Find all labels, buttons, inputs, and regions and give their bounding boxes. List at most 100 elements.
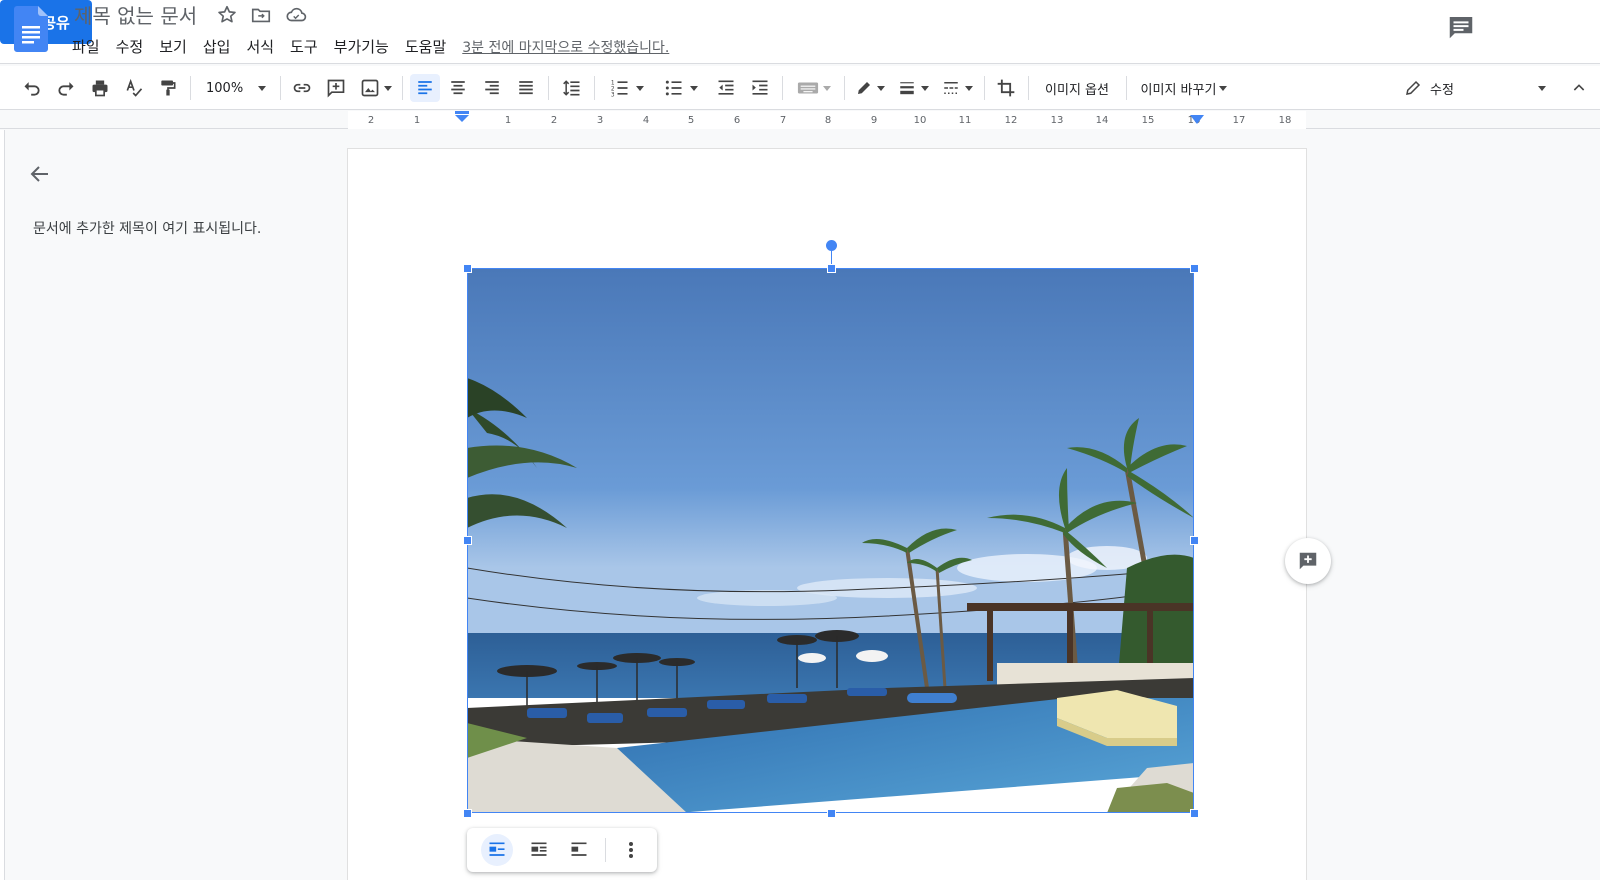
- ruler-label: 3: [596, 115, 604, 126]
- menu-edit[interactable]: 수정: [108, 34, 152, 58]
- chevron-down-icon: [921, 85, 929, 91]
- app-header: 제목 없는 문서 파일 수정 보기 삽입 서식 도구 부가기능 도움말 3분 전…: [0, 0, 1600, 64]
- ruler-label: 2: [550, 115, 558, 126]
- outline-empty-hint: 문서에 추가한 제목이 여기 표시됩니다.: [33, 221, 262, 237]
- align-center-button[interactable]: [444, 74, 472, 102]
- bulleted-list-icon: [665, 80, 682, 96]
- menu-bar: 파일 수정 보기 삽입 서식 도구 부가기능 도움말 3분 전에 마지막으로 수…: [64, 34, 669, 58]
- menu-view[interactable]: 보기: [151, 34, 195, 58]
- rotate-handle[interactable]: [826, 240, 837, 251]
- menu-file[interactable]: 파일: [64, 34, 108, 58]
- line-spacing-button[interactable]: [558, 74, 586, 102]
- add-comment-icon: [1299, 552, 1317, 570]
- keyboard-icon: [797, 82, 819, 94]
- arrow-back-icon[interactable]: [28, 162, 52, 186]
- increase-indent-button[interactable]: [746, 74, 774, 102]
- resize-handle-left[interactable]: [463, 536, 472, 545]
- move-folder-icon[interactable]: [250, 4, 272, 26]
- resize-handle-bottom-right[interactable]: [1190, 809, 1199, 818]
- horizontal-ruler[interactable]: 2 1 1 2 3 4 5 6 7 8 9 10 11 12 13 14 15 …: [0, 111, 1600, 129]
- resize-handle-top[interactable]: [827, 264, 836, 273]
- spellcheck-button[interactable]: [120, 74, 148, 102]
- add-comment-button[interactable]: [322, 74, 350, 102]
- hide-menus-button[interactable]: [1566, 74, 1592, 102]
- zoom-select[interactable]: 100%: [200, 74, 272, 102]
- crop-button[interactable]: [992, 74, 1020, 102]
- wrap-inline-icon: [489, 842, 505, 856]
- undo-icon: [24, 82, 40, 96]
- crop-icon: [997, 79, 1015, 97]
- wrap-inline-button[interactable]: [481, 834, 513, 866]
- ruler-label: 12: [1004, 115, 1018, 126]
- right-indent-marker-icon[interactable]: [1190, 115, 1204, 125]
- ruler-track: 2 1 1 2 3 4 5 6 7 8 9 10 11 12 13 14 15 …: [348, 111, 1306, 129]
- ruler-label: 10: [913, 115, 927, 126]
- pencil-icon: [858, 82, 870, 94]
- toolbar: 100% 123 이미지 옵션 이미지 바꾸기 수정: [0, 66, 1600, 110]
- doc-title[interactable]: 제목 없는 문서: [74, 0, 197, 29]
- resize-handle-top-left[interactable]: [463, 264, 472, 273]
- more-vert-icon: [629, 842, 633, 858]
- numbered-list-button[interactable]: 123: [604, 74, 650, 102]
- border-color-button[interactable]: [852, 74, 888, 102]
- menu-insert[interactable]: 삽입: [195, 34, 239, 58]
- add-comment-fab[interactable]: [1285, 538, 1331, 584]
- menu-help[interactable]: 도움말: [397, 34, 454, 58]
- ruler-label: 17: [1232, 115, 1246, 126]
- bulleted-list-button[interactable]: [658, 74, 704, 102]
- insert-image-button[interactable]: [356, 74, 396, 102]
- menu-format[interactable]: 서식: [238, 34, 282, 58]
- resize-handle-bottom-left[interactable]: [463, 809, 472, 818]
- redo-icon: [58, 82, 74, 96]
- ruler-label: 1: [504, 115, 512, 126]
- numbered-list-icon: 123: [611, 81, 628, 98]
- input-tools-button[interactable]: [792, 74, 836, 102]
- last-edit-link[interactable]: 3분 전에 마지막으로 수정했습니다.: [462, 34, 669, 58]
- left-edge-ruler: [0, 130, 5, 880]
- align-left-button[interactable]: [410, 74, 440, 102]
- print-button[interactable]: [86, 74, 114, 102]
- paint-format-button[interactable]: [154, 74, 182, 102]
- chevron-down-icon: [1219, 85, 1228, 91]
- insert-link-button[interactable]: [288, 74, 316, 102]
- undo-button[interactable]: [18, 74, 46, 102]
- resize-handle-bottom[interactable]: [827, 809, 836, 818]
- left-indent-marker-icon[interactable]: [454, 111, 470, 123]
- more-options-button[interactable]: [615, 834, 647, 866]
- redo-button[interactable]: [52, 74, 80, 102]
- replace-image-button[interactable]: 이미지 바꾸기: [1134, 74, 1234, 102]
- menu-addons[interactable]: 부가기능: [326, 34, 397, 58]
- editing-mode-select[interactable]: 수정: [1400, 74, 1550, 102]
- wrap-text-icon: [531, 842, 547, 856]
- photo-beach-pool-icon: [467, 268, 1194, 813]
- border-weight-button[interactable]: [894, 74, 932, 102]
- comment-history-icon[interactable]: [1446, 12, 1476, 42]
- align-justify-button[interactable]: [512, 74, 540, 102]
- decrease-indent-button[interactable]: [712, 74, 740, 102]
- ruler-label: 1: [413, 115, 421, 126]
- align-right-icon: [485, 81, 499, 95]
- border-dash-button[interactable]: [938, 74, 976, 102]
- ruler-label: 11: [958, 115, 972, 126]
- docs-logo-icon[interactable]: [14, 6, 48, 52]
- wrap-text-button[interactable]: [523, 834, 555, 866]
- resize-handle-right[interactable]: [1190, 536, 1199, 545]
- document-outline: 문서에 추가한 제목이 여기 표시됩니다.: [6, 130, 346, 880]
- menu-tools[interactable]: 도구: [282, 34, 326, 58]
- add-comment-icon: [327, 79, 345, 98]
- chevron-down-icon: [690, 85, 698, 91]
- cloud-status-icon[interactable]: [285, 4, 307, 26]
- ruler-label: 14: [1095, 115, 1109, 126]
- break-text-icon: [571, 842, 587, 856]
- ruler-label: 8: [824, 115, 832, 126]
- image-options-button[interactable]: 이미지 옵션: [1036, 74, 1118, 102]
- inserted-image[interactable]: [467, 268, 1194, 813]
- ruler-label: 4: [642, 115, 650, 126]
- star-icon[interactable]: [216, 4, 238, 26]
- break-text-button[interactable]: [563, 834, 595, 866]
- align-right-button[interactable]: [478, 74, 506, 102]
- print-icon: [92, 80, 108, 97]
- resize-handle-top-right[interactable]: [1190, 264, 1199, 273]
- ruler-label: 5: [687, 115, 695, 126]
- spellcheck-icon: [126, 78, 143, 97]
